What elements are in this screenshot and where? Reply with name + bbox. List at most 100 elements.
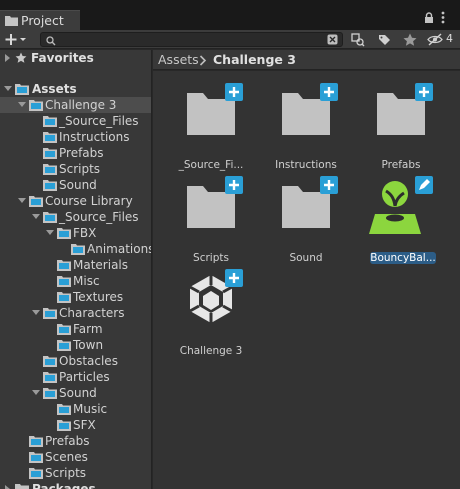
tree-label: Favorites — [31, 51, 94, 65]
tree-item-scripts[interactable]: Scripts — [0, 161, 151, 177]
tree-item-source-files[interactable]: _Source_Files — [0, 113, 151, 129]
asset-name: Scripts — [193, 252, 229, 264]
asset-item-sound[interactable]: Sound — [260, 176, 352, 266]
project-folder-tree: Favorites Assets Challenge 3 _Source_Fil… — [0, 50, 152, 489]
tree-item-characters[interactable]: Characters — [0, 305, 151, 321]
tree-label: _Source_Files — [59, 210, 139, 224]
tree-label: Particles — [59, 370, 110, 384]
tab-project[interactable]: Project — [0, 10, 80, 30]
asset-item-bouncy-ball[interactable]: BouncyBal... — [355, 176, 447, 266]
tree-label: SFX — [73, 418, 96, 432]
tree-item-materials[interactable]: Materials — [0, 257, 151, 273]
tree-label: Obstacles — [59, 354, 118, 368]
search-by-type-button[interactable] — [347, 31, 369, 48]
lock-icon[interactable] — [424, 12, 434, 26]
star-icon — [15, 52, 27, 68]
tree-label: Assets — [32, 82, 77, 96]
tree-item-assets[interactable]: Assets — [0, 81, 151, 97]
tree-label: Farm — [73, 322, 103, 336]
tree-item-cl-scripts[interactable]: Scripts — [0, 465, 151, 481]
tree-label: Packages — [32, 482, 96, 489]
folder-icon — [5, 15, 18, 29]
asset-item-challenge-3-scene[interactable]: Challenge 3 — [165, 269, 257, 359]
tree-item-town[interactable]: Town — [0, 337, 151, 353]
expand-arrow-icon[interactable] — [3, 50, 13, 66]
tree-label: Instructions — [59, 130, 130, 144]
tree-label: Misc — [73, 274, 100, 288]
tree-item-scenes[interactable]: Scenes — [0, 449, 151, 465]
tree-label: Textures — [73, 290, 124, 304]
tree-label: _Source_Files — [59, 114, 139, 128]
clear-search-icon[interactable] — [327, 34, 338, 48]
folder-icon — [187, 176, 243, 228]
tree-label: Materials — [73, 258, 129, 272]
tree-item-animations[interactable]: Animations — [0, 241, 152, 257]
tree-label: FBX — [73, 226, 97, 240]
tree-item-cl-sound[interactable]: Sound — [0, 385, 151, 401]
tree-label: Music — [73, 402, 108, 416]
tree-item-prefabs[interactable]: Prefabs — [0, 145, 151, 161]
tree-label: Scenes — [45, 450, 88, 464]
hidden-packages-icon[interactable] — [425, 31, 447, 48]
tree-label: Scripts — [45, 466, 87, 480]
search-input[interactable] — [40, 32, 343, 47]
tree-item-favorites[interactable]: Favorites — [0, 50, 151, 68]
tree-item-cl-source-files[interactable]: _Source_Files — [0, 209, 151, 225]
asset-item-scripts[interactable]: Scripts — [165, 176, 257, 266]
more-options-icon[interactable] — [441, 11, 445, 27]
tree-item-farm[interactable]: Farm — [0, 321, 151, 337]
collapse-arrow-icon[interactable] — [3, 81, 13, 97]
tree-label: Course Library — [45, 194, 133, 208]
search-icon — [46, 35, 56, 49]
tree-item-fbx[interactable]: FBX — [0, 225, 151, 241]
asset-item-prefabs[interactable]: Prefabs — [355, 83, 447, 173]
tree-item-cl-prefabs[interactable]: Prefabs — [0, 433, 151, 449]
tree-item-textures[interactable]: Textures — [0, 289, 151, 305]
tree-item-packages[interactable]: Packages — [0, 481, 151, 489]
favorite-button[interactable] — [399, 31, 421, 48]
breadcrumb-current[interactable]: Challenge 3 — [213, 52, 296, 67]
collapse-arrow-icon[interactable] — [45, 225, 55, 241]
asset-name: Instructions — [275, 159, 337, 171]
chevron-right-icon — [199, 54, 207, 69]
collapse-arrow-icon[interactable] — [31, 209, 41, 225]
tree-label: Prefabs — [45, 434, 90, 448]
collapse-arrow-icon[interactable] — [17, 193, 27, 209]
asset-name: Challenge 3 — [179, 345, 243, 357]
asset-grid: _Source_Fi... Instructions Prefabs Scrip… — [153, 71, 460, 489]
tree-item-misc[interactable]: Misc — [0, 273, 151, 289]
tree-label: Sound — [59, 386, 97, 400]
hidden-packages-count: 4 — [446, 32, 453, 45]
search-by-label-button[interactable] — [373, 31, 395, 48]
asset-item-instructions[interactable]: Instructions — [260, 83, 352, 173]
unity-scene-icon — [189, 269, 243, 323]
folder-icon — [15, 483, 29, 489]
folder-icon — [377, 83, 433, 135]
collapse-arrow-icon[interactable] — [31, 305, 41, 321]
tree-label: Animations — [87, 242, 152, 256]
tree-item-course-library[interactable]: Course Library — [0, 193, 151, 209]
tree-label: Scripts — [59, 162, 101, 176]
breadcrumb-assets[interactable]: Assets — [158, 52, 199, 67]
tab-bar: Project — [0, 0, 460, 30]
tree-item-challenge-3[interactable]: Challenge 3 — [0, 97, 151, 113]
collapse-arrow-icon[interactable] — [31, 385, 41, 401]
tree-item-sound[interactable]: Sound — [0, 177, 151, 193]
tree-label: Prefabs — [59, 146, 104, 160]
tree-item-obstacles[interactable]: Obstacles — [0, 353, 151, 369]
create-button[interactable] — [4, 31, 30, 48]
project-toolbar: 4 — [0, 30, 460, 49]
tree-item-music[interactable]: Music — [0, 401, 151, 417]
tab-label: Project — [21, 13, 64, 28]
tree-item-instructions[interactable]: Instructions — [0, 129, 151, 145]
tree-label: Sound — [59, 178, 97, 192]
asset-name: BouncyBal... — [370, 252, 436, 264]
folder-icon — [282, 83, 338, 135]
collapse-arrow-icon[interactable] — [17, 97, 27, 113]
tree-item-sfx[interactable]: SFX — [0, 417, 151, 433]
asset-name: _Source_Fi... — [178, 159, 244, 171]
asset-item-source-files[interactable]: _Source_Fi... — [165, 83, 257, 173]
expand-arrow-icon[interactable] — [3, 481, 13, 489]
tree-label: Town — [73, 338, 104, 352]
tree-item-particles[interactable]: Particles — [0, 369, 151, 385]
